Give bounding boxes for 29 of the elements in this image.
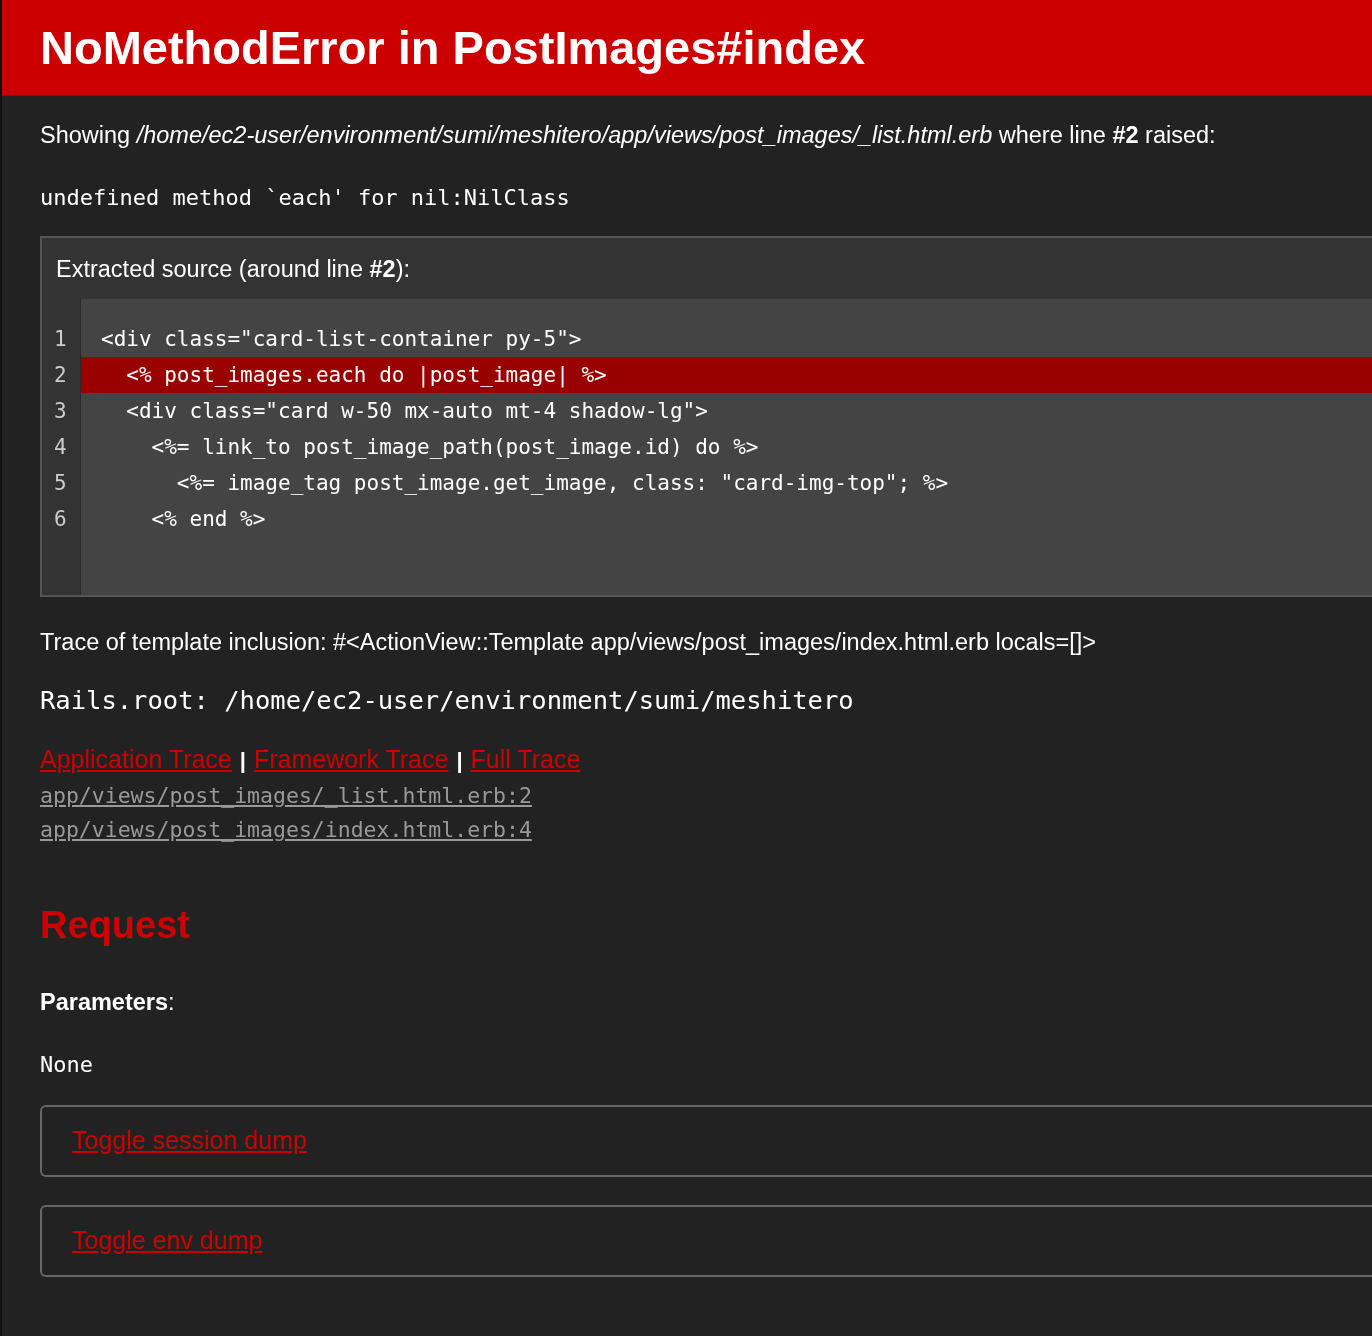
line-number: 3 — [53, 397, 68, 425]
error-message: Showing /home/ec2-user/environment/sumi/meshitero/app/views/post_images/_list.html.erb where line #2 raised: — [40, 122, 1216, 148]
section-heading: Request — [40, 904, 191, 948]
separator: | — [456, 748, 463, 774]
line-number: 1 — [53, 325, 68, 353]
line-number: 5 — [53, 469, 68, 497]
code-line: <%= image_tag post_image.get_image, class: "card-img-top"; %> — [175, 469, 950, 497]
trace-line-link[interactable]: app/views/post_images/index.html.erb:4 — [40, 817, 532, 843]
source-title: Extracted source (around line #2): — [56, 255, 410, 282]
toggle-link[interactable]: Toggle session dump — [72, 1126, 307, 1156]
trace-tab-link[interactable]: Full Trace — [470, 745, 581, 774]
line-number: 4 — [53, 433, 68, 461]
code-line: <div class="card-list-container py-5"> — [100, 325, 583, 353]
code-line: <% end %> — [150, 505, 267, 533]
parameters-value: None — [40, 1051, 94, 1077]
toggle-link[interactable]: Toggle env dump — [72, 1226, 263, 1256]
exception-message: undefined method `each' for nil:NilClass — [40, 184, 571, 210]
line-number: 6 — [53, 505, 68, 533]
code-line: <%= link_to post_image_path(post_image.id) do %> — [150, 433, 760, 461]
line-number: 2 — [53, 361, 68, 389]
trace-line-link[interactable]: app/views/post_images/_list.html.erb:2 — [40, 783, 532, 809]
parameters-label: Parameters: — [40, 989, 175, 1016]
separator: | — [239, 748, 246, 774]
trace-tab-link[interactable]: Framework Trace — [253, 745, 449, 774]
code-line: <div class="card w-50 mx-auto mt-4 shadow-lg"> — [125, 397, 709, 425]
rails-root: Rails.root: /home/ec2-user/environment/sumi/meshitero — [40, 685, 855, 716]
template-trace: Trace of template inclusion: #<ActionView::Template app/views/post_images/index.html.erb locals=[]> — [40, 627, 1098, 657]
trace-tab-link[interactable]: Application Trace — [40, 745, 232, 774]
error-title: NoMethodError in PostImages#index — [40, 20, 866, 75]
